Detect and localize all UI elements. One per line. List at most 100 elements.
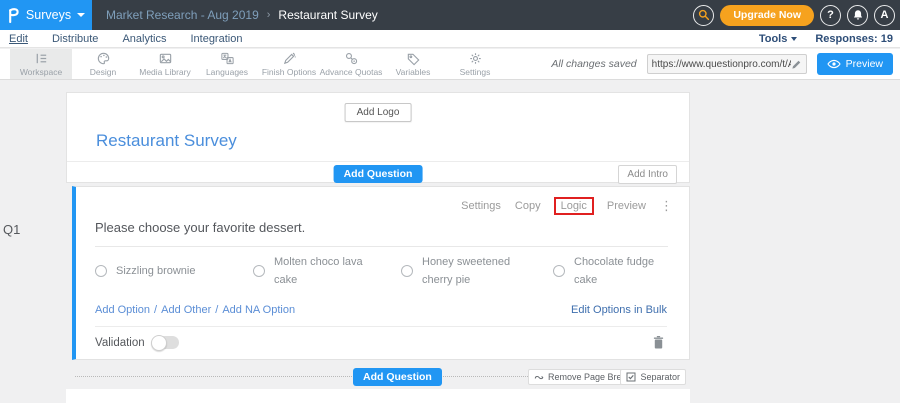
search-icon (698, 9, 710, 21)
translate-icon (220, 51, 235, 66)
surveys-menu-label: Surveys (26, 8, 71, 22)
notifications-button[interactable] (847, 5, 868, 26)
page-break-icon (534, 372, 544, 382)
validation-label: Validation (95, 337, 145, 349)
option-molten-choco-lava-cake[interactable]: Molten choco lava cake (253, 253, 401, 289)
question-footer: Validation (95, 335, 665, 350)
survey-header-card: Add Logo Restaurant Survey Add Question … (66, 92, 690, 183)
quota-links-icon (344, 51, 359, 66)
link-separator: / (154, 304, 157, 316)
pen-icon (282, 51, 297, 66)
add-other-link[interactable]: Add Other (161, 304, 211, 316)
radio-icon[interactable] (253, 265, 265, 277)
add-intro-button[interactable]: Add Intro (618, 165, 677, 184)
next-page-card (66, 389, 690, 403)
checked-checkbox-icon (626, 372, 636, 382)
nav-right: Tools Responses: 19 (759, 33, 900, 45)
toolbar-item-settings[interactable]: Settings (444, 49, 506, 79)
gear-icon (468, 51, 483, 66)
question-card: Settings Copy Logic Preview ⋮ Please cho… (72, 186, 690, 360)
workspace-icon (34, 51, 49, 66)
tab-analytics[interactable]: Analytics (122, 33, 166, 45)
toolbar-item-languages[interactable]: Languages (196, 49, 258, 79)
responses-count[interactable]: Responses: 19 (815, 33, 893, 45)
survey-title[interactable]: Restaurant Survey (96, 131, 237, 151)
pencil-edit-icon[interactable] (791, 59, 802, 70)
question-text: Please choose your favorite dessert. (95, 220, 305, 235)
question-copy-action[interactable]: Copy (515, 200, 541, 212)
add-logo-button[interactable]: Add Logo (345, 103, 412, 122)
tab-edit[interactable]: Edit (9, 33, 28, 45)
eye-icon (827, 59, 841, 69)
toolbar-item-variables[interactable]: Variables (382, 49, 444, 79)
question-actions: Settings Copy Logic Preview ⋮ (461, 198, 673, 214)
questionpro-logo-icon (7, 7, 20, 23)
breadcrumb-parent[interactable]: Market Research - Aug 2019 (106, 8, 259, 22)
question-text-field[interactable]: Please choose your favorite dessert. (95, 219, 668, 247)
toolbar-items: Workspace Design Media Library Languages (0, 49, 506, 79)
tab-distribute[interactable]: Distribute (52, 33, 98, 45)
tools-dropdown[interactable]: Tools (759, 33, 798, 45)
toolbar-item-design[interactable]: Design (72, 49, 134, 79)
bell-icon (852, 9, 864, 21)
tag-icon (406, 51, 421, 66)
radio-icon[interactable] (401, 265, 413, 277)
toggle-knob (151, 335, 167, 351)
nav-tabs: Edit Distribute Analytics Integration (0, 33, 242, 45)
toolbar-right: All changes saved Preview (551, 49, 900, 79)
separator-toggle[interactable]: Separator (620, 369, 686, 385)
toolbar-item-media-library[interactable]: Media Library (134, 49, 196, 79)
chevron-down-icon (791, 37, 797, 41)
question-logic-action[interactable]: Logic (554, 197, 594, 215)
edit-options-in-bulk-link[interactable]: Edit Options in Bulk (571, 304, 667, 316)
surveys-menu-button[interactable]: Surveys (0, 0, 92, 30)
link-separator: / (215, 304, 218, 316)
survey-nav: Edit Distribute Analytics Integration To… (0, 30, 900, 48)
search-button[interactable] (693, 5, 714, 26)
question-options: Sizzling brownie Molten choco lava cake … (95, 253, 693, 289)
delete-question-button[interactable] (652, 335, 665, 350)
toolbar-item-advance-quotas[interactable]: Advance Quotas (320, 49, 382, 79)
breadcrumb-current: Restaurant Survey (278, 8, 377, 22)
image-icon (158, 51, 173, 66)
option-sizzling-brownie[interactable]: Sizzling brownie (95, 253, 253, 289)
question-preview-action[interactable]: Preview (607, 200, 646, 212)
survey-url-input[interactable] (652, 59, 791, 70)
radio-icon[interactable] (553, 265, 565, 277)
question-number-label: Q1 (3, 222, 20, 237)
toolbar-item-finish-options[interactable]: Finish Options (258, 49, 320, 79)
edit-toolbar: Workspace Design Media Library Languages (0, 49, 900, 80)
add-na-option-link[interactable]: Add NA Option (222, 304, 295, 316)
breadcrumb: Market Research - Aug 2019 › Restaurant … (106, 8, 378, 22)
survey-url-box (647, 54, 807, 74)
add-question-button-top[interactable]: Add Question (334, 165, 423, 183)
option-honey-sweetened-cherry-pie[interactable]: Honey sweetened cherry pie (401, 253, 553, 289)
divider (67, 161, 689, 162)
breadcrumb-separator: › (267, 9, 271, 21)
kebab-menu-icon[interactable]: ⋮ (660, 198, 673, 214)
add-option-link[interactable]: Add Option (95, 304, 150, 316)
chevron-down-icon (77, 13, 85, 17)
preview-button[interactable]: Preview (817, 53, 893, 75)
add-question-button-bottom[interactable]: Add Question (353, 368, 442, 386)
workspace-canvas: Q1 Add Logo Restaurant Survey Add Questi… (0, 80, 900, 402)
preview-label: Preview (846, 58, 883, 70)
option-links-row: Add Option / Add Other / Add NA Option E… (95, 304, 667, 316)
avatar[interactable]: A (874, 5, 895, 26)
toolbar-item-workspace[interactable]: Workspace (10, 49, 72, 79)
top-bar: Surveys Market Research - Aug 2019 › Res… (0, 0, 900, 30)
palette-icon (96, 51, 111, 66)
save-status: All changes saved (551, 58, 636, 70)
divider (95, 326, 667, 327)
validation-toggle[interactable] (152, 336, 179, 349)
help-button[interactable]: ? (820, 5, 841, 26)
separator-label: Separator (640, 372, 680, 382)
topbar-actions: Upgrade Now ? A (693, 5, 900, 26)
remove-page-break-label: Remove Page Break (548, 372, 631, 382)
option-chocolate-fudge-cake[interactable]: Chocolate fudge cake (553, 253, 693, 289)
radio-icon[interactable] (95, 265, 107, 277)
tools-label: Tools (759, 33, 788, 45)
tab-integration[interactable]: Integration (190, 33, 242, 45)
upgrade-now-button[interactable]: Upgrade Now (720, 5, 814, 26)
question-settings-action[interactable]: Settings (461, 200, 501, 212)
